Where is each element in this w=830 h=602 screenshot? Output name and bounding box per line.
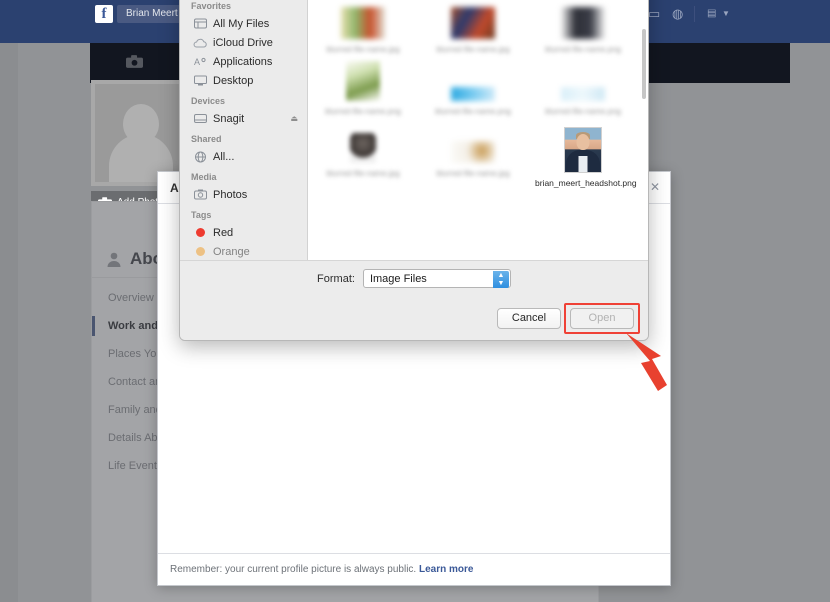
file-thumbnail (451, 87, 495, 101)
file-thumbnail (561, 87, 605, 101)
file-grid-row: blurred-file-name.jpg blurred-file-name.… (308, 0, 648, 61)
sidebar-item-applications[interactable]: A Applications (180, 52, 307, 71)
file-item[interactable]: blurred-file-name.jpg (308, 0, 418, 55)
open-button[interactable]: Open (570, 307, 634, 329)
format-select[interactable]: Image Files ▲ ▼ (362, 269, 511, 288)
sidebar-item-label: iCloud Drive (213, 36, 273, 49)
modal-footer-text: Remember: your current profile picture i… (170, 564, 417, 575)
file-name: blurred-file-name.jpg (436, 45, 510, 54)
screen: f Brian Meert ▭ ◍ ▤ ▼ About Overview Wor… (0, 0, 830, 602)
sidebar-item-desktop[interactable]: Desktop (180, 71, 307, 90)
friend-requests-icon[interactable]: ▤ (707, 7, 716, 21)
file-item[interactable]: blurred-file-name.png (308, 61, 418, 117)
tag-dot-icon (193, 227, 207, 239)
file-grid-row: blurred-file-name.jpg blurred-file-name.… (308, 123, 648, 195)
finder-sidebar: Favorites All My Files iCloud Drive A Ap… (180, 0, 308, 260)
file-thumbnail (564, 127, 602, 173)
file-item[interactable]: blurred-file-name.jpg (418, 123, 528, 189)
sidebar-item-label: Desktop (213, 74, 254, 87)
globe-icon[interactable]: ◍ (672, 7, 683, 21)
modal-footer: Remember: your current profile picture i… (158, 553, 670, 585)
file-thumbnail (346, 61, 380, 101)
all-my-files-icon (193, 18, 207, 30)
file-name: blurred-file-name.jpg (326, 169, 400, 178)
sidebar-item-label: Applications (213, 55, 273, 68)
learn-more-link[interactable]: Learn more (419, 564, 473, 575)
cancel-button[interactable]: Cancel (497, 307, 561, 329)
sidebar-item-label: Photos (213, 188, 248, 201)
camera-icon (126, 55, 143, 68)
file-item[interactable]: blurred-file-name.png (418, 61, 528, 117)
file-item[interactable]: blurred-file-name.png (528, 0, 638, 55)
file-item[interactable]: blurred-file-name.png (528, 61, 638, 117)
sidebar-item-label: All My Files (213, 17, 270, 30)
sidebar-item-label: Red (213, 226, 234, 239)
sidebar-item-label: Orange (213, 245, 250, 258)
format-label: Format: (317, 272, 355, 285)
file-thumbnail (561, 7, 605, 39)
sheet-button-row: Cancel Open (180, 296, 648, 340)
file-open-sheet: ‹ › ▦ ☰ ▥ ▯|▯ ▦⌄ Pictures ▲▼ ⌕ Search (179, 0, 649, 341)
format-value: Image Files (369, 272, 427, 285)
applications-icon: A (193, 56, 207, 68)
sidebar-group-title: Media (191, 172, 217, 182)
facebook-logo-icon[interactable]: f (95, 5, 113, 23)
sidebar-item-label: All... (213, 150, 235, 163)
sidebar-item-all-my-files[interactable]: All My Files (180, 14, 307, 33)
file-grid[interactable]: blurred-file-name.jpg blurred-file-name.… (308, 0, 648, 260)
sidebar-group-title: Tags (191, 210, 212, 220)
sidebar-item-label: Snagit (213, 112, 245, 125)
desktop-icon (193, 75, 207, 87)
messages-icon[interactable]: ▭ (648, 7, 660, 21)
file-item-selected[interactable]: brian_meert_headshot.png (528, 123, 638, 189)
file-name: blurred-file-name.png (544, 45, 622, 54)
sidebar-item-snagit[interactable]: Snagit ⏏ (180, 109, 307, 128)
file-thumbnail (451, 7, 495, 39)
sidebar-group-title: Shared (191, 134, 222, 144)
sidebar-group-title: Favorites (191, 1, 232, 11)
sidebar-item-tag-red[interactable]: Red (180, 223, 307, 242)
sidebar-item-tag-orange[interactable]: Orange (180, 242, 307, 260)
sidebar-item-icloud-drive[interactable]: iCloud Drive (180, 33, 307, 52)
person-icon (107, 252, 121, 267)
format-row: Format: Image Files ▲ ▼ (180, 260, 648, 296)
file-name: blurred-file-name.jpg (326, 45, 400, 54)
file-grid-row: blurred-file-name.png blurred-file-name.… (308, 61, 648, 123)
file-name: brian_meert_headshot.png (535, 178, 637, 188)
cloud-icon (193, 37, 207, 49)
file-name: blurred-file-name.png (434, 107, 512, 116)
file-grid-scrollbar[interactable] (642, 29, 646, 99)
page-left-gutter (0, 43, 18, 602)
chevron-down-icon[interactable]: ▼ (722, 7, 730, 21)
chevron-updown-icon: ▲ ▼ (492, 271, 509, 288)
file-thumbnail (350, 133, 376, 163)
photos-icon (193, 189, 207, 201)
annotation-arrow-icon (626, 333, 667, 391)
sheet-body: Favorites All My Files iCloud Drive A Ap… (180, 0, 648, 260)
network-icon (193, 151, 207, 163)
file-item[interactable]: blurred-file-name.jpg (308, 123, 418, 189)
about-nav-label: Overview (108, 292, 154, 304)
eject-icon[interactable]: ⏏ (290, 114, 298, 123)
file-name: blurred-file-name.jpg (436, 169, 510, 178)
about-nav-label: Life Events (108, 460, 163, 472)
sidebar-item-all-shared[interactable]: All... (180, 147, 307, 166)
file-thumbnail (451, 141, 495, 163)
disk-icon (193, 113, 207, 125)
profile-name-pill[interactable]: Brian Meert (117, 5, 187, 23)
file-name: blurred-file-name.png (324, 107, 402, 116)
tag-dot-icon (193, 246, 207, 258)
file-name: blurred-file-name.png (544, 107, 622, 116)
sidebar-item-photos[interactable]: Photos (180, 185, 307, 204)
nav-divider (694, 6, 695, 22)
svg-text:A: A (194, 57, 200, 67)
file-item[interactable]: blurred-file-name.jpg (418, 0, 528, 55)
sidebar-group-title: Devices (191, 96, 226, 106)
file-thumbnail (341, 7, 385, 39)
